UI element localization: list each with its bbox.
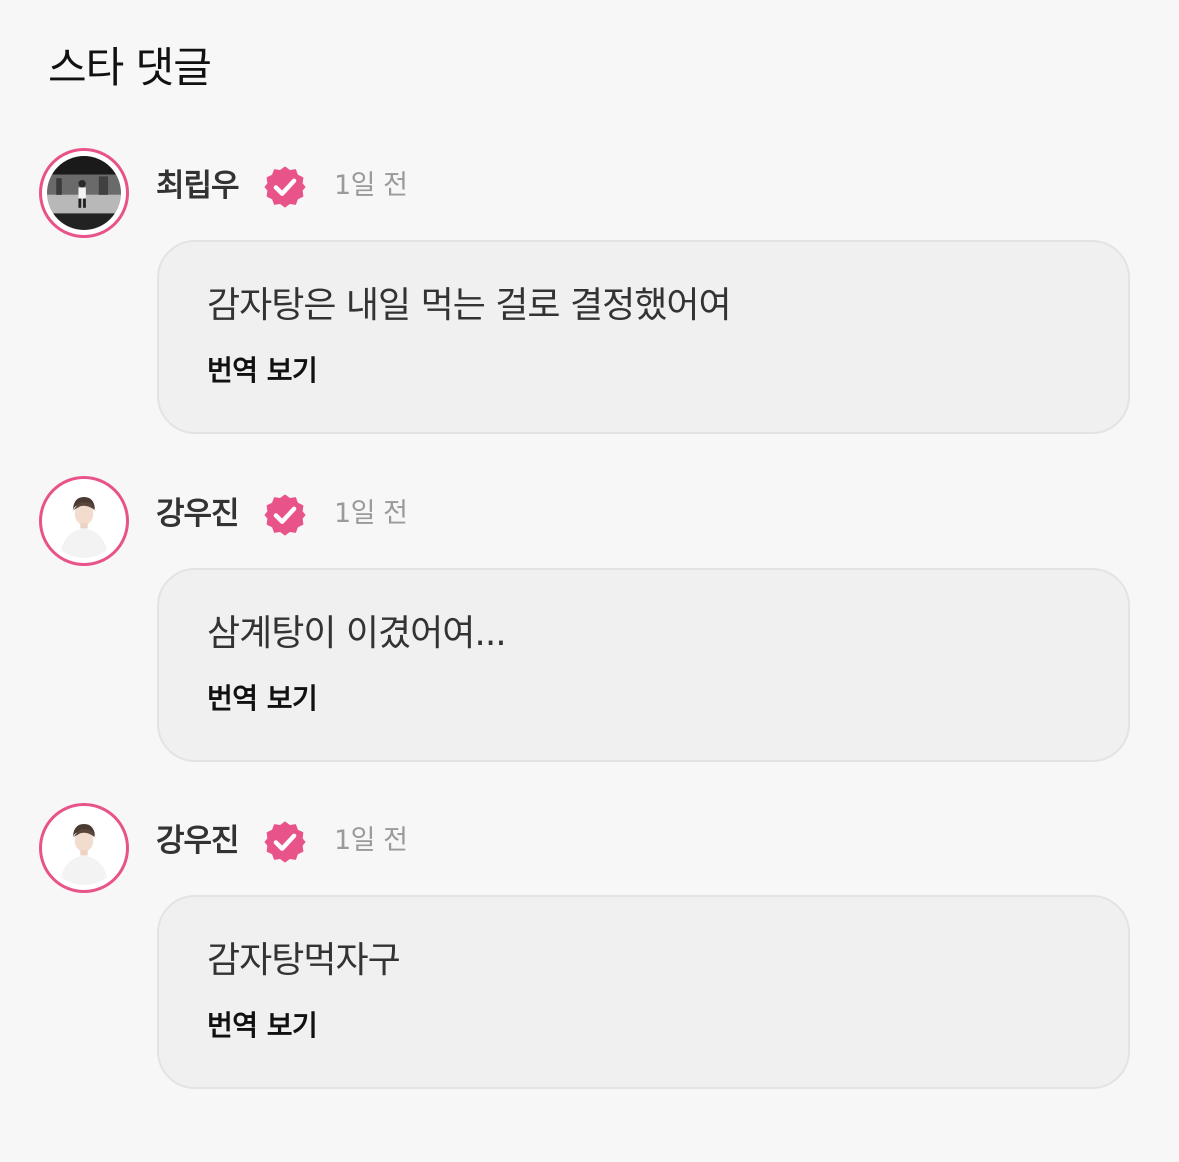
comment-bubble: 감자탕은 내일 먹는 걸로 결정했어여 번역 보기	[157, 240, 1130, 434]
translate-button[interactable]: 번역 보기	[207, 352, 318, 390]
comment-time: 1일 전	[334, 825, 408, 856]
comment-item: 강우진 1일 전 삼계탕이 이겼어여... 번역 보기	[0, 476, 1179, 776]
comment-item: 강우진 1일 전 감자탕먹자구 번역 보기	[0, 803, 1179, 1103]
avatar-photo-icon	[47, 811, 121, 885]
avatar[interactable]	[39, 476, 129, 566]
verified-check-icon	[262, 492, 308, 538]
translate-button[interactable]: 번역 보기	[207, 680, 318, 718]
comment-item: 최립우 1일 전 감자탕은 내일 먹는 걸로 결정했어여 번역 보기	[0, 148, 1179, 448]
avatar[interactable]	[39, 148, 129, 238]
comment-author[interactable]: 강우진	[156, 821, 240, 861]
avatar[interactable]	[39, 803, 129, 893]
page-title: 스타 댓글	[48, 43, 212, 92]
comment-text: 감자탕먹자구	[207, 940, 401, 981]
comment-bubble: 삼계탕이 이겼어여... 번역 보기	[157, 568, 1130, 762]
comment-time: 1일 전	[334, 498, 408, 529]
verified-check-icon	[262, 819, 308, 865]
verified-check-icon	[262, 164, 308, 210]
comment-author[interactable]: 최립우	[156, 166, 240, 206]
comment-author[interactable]: 강우진	[156, 494, 240, 534]
avatar-photo-icon	[47, 156, 121, 230]
comment-text: 감자탕은 내일 먹는 걸로 결정했어여	[207, 285, 732, 326]
avatar-photo-icon	[47, 484, 121, 558]
comment-bubble: 감자탕먹자구 번역 보기	[157, 895, 1130, 1089]
comment-text: 삼계탕이 이겼어여...	[207, 613, 507, 654]
comment-time: 1일 전	[334, 170, 408, 201]
translate-button[interactable]: 번역 보기	[207, 1007, 318, 1045]
